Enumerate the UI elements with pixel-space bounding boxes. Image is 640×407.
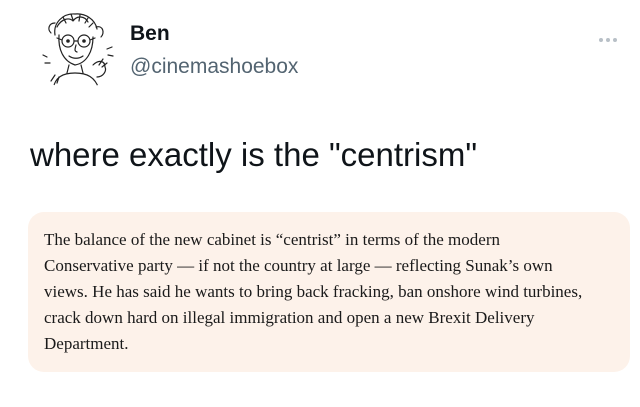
handle[interactable]: @cinemashoebox	[130, 54, 298, 80]
quote-line: Conservative party — if not the country …	[44, 256, 553, 275]
cartoon-sketch-avatar-icon	[42, 13, 114, 90]
more-options-icon[interactable]	[597, 34, 619, 46]
quote-card: The balance of the new cabinet is “centr…	[28, 212, 630, 372]
quote-line: The balance of the new cabinet is “centr…	[44, 230, 500, 249]
quote-text: The balance of the new cabinet is “centr…	[44, 227, 624, 357]
more-dot	[599, 38, 603, 42]
tweet: Ben @cinemashoebox where exactly is the …	[0, 0, 640, 407]
avatar[interactable]	[33, 5, 119, 91]
more-dot	[606, 38, 610, 42]
quote-line: views. He has said he wants to bring bac…	[44, 282, 583, 301]
more-dot	[613, 38, 617, 42]
quote-line: Department.	[44, 334, 129, 353]
tweet-text: where exactly is the "centrism"	[30, 136, 478, 173]
display-name[interactable]: Ben	[130, 21, 170, 47]
quote-line: crack down hard on illegal immigration a…	[44, 308, 535, 327]
